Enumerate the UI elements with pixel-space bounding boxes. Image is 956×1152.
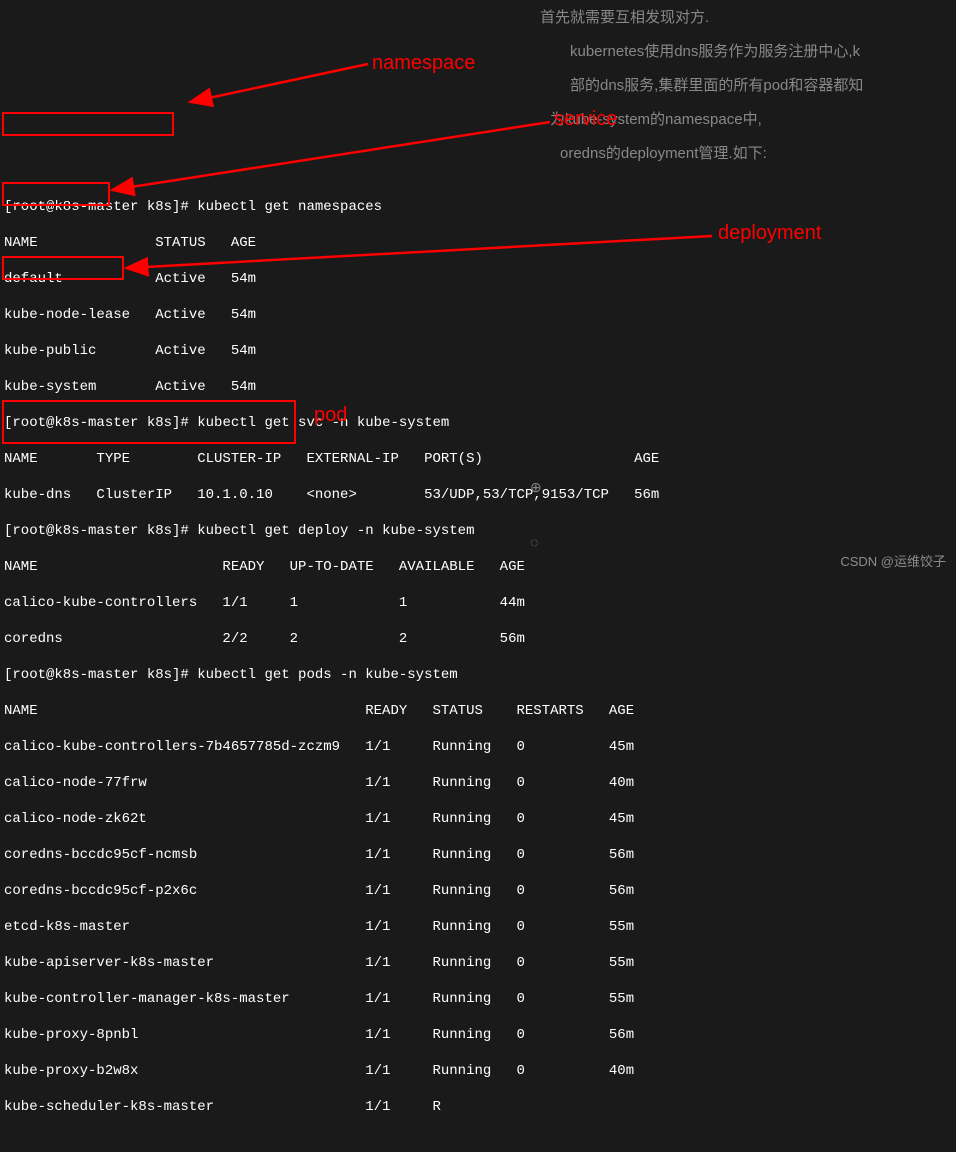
annotation-namespace: namespace (372, 52, 475, 75)
pods-row-9: kube-proxy-8pnbl 1/1 Running 0 56m (4, 1026, 952, 1044)
pods-row-4: coredns-bccdc95cf-ncmsb 1/1 Running 0 56… (4, 846, 952, 864)
pods-row-2: calico-node-77frw 1/1 Running 0 40m (4, 774, 952, 792)
terminal-output[interactable]: [root@k8s-master k8s]# kubectl get names… (0, 176, 956, 1138)
pods-row-1: calico-kube-controllers-7b4657785d-zczm9… (4, 738, 952, 756)
svc-header: NAME TYPE CLUSTER-IP EXTERNAL-IP PORT(S)… (4, 450, 952, 468)
prompt-line-4: [root@k8s-master k8s]# kubectl get pods … (4, 666, 952, 684)
pods-row-8: kube-controller-manager-k8s-master 1/1 R… (4, 990, 952, 1008)
pods-row-7: kube-apiserver-k8s-master 1/1 Running 0 … (4, 954, 952, 972)
highlight-box-kube-system (2, 112, 174, 136)
ns-header: NAME STATUS AGE (4, 234, 952, 252)
bg-text-line1: 首先就需要互相发现对方. (540, 6, 709, 27)
deploy-header: NAME READY UP-TO-DATE AVAILABLE AGE (4, 558, 952, 576)
ns-row-default: default Active 54m (4, 270, 952, 288)
svc-row-kube-dns: kube-dns ClusterIP 10.1.0.10 <none> 53/U… (4, 486, 952, 504)
pods-row-11: kube-scheduler-k8s-master 1/1 R (4, 1098, 952, 1116)
bg-text-line4: 为kube-system的namespace中, (550, 108, 762, 129)
bg-text-line5: oredns的deployment管理.如下: (560, 142, 767, 163)
bg-text-line2: kubernetes使用dns服务作为服务注册中心,k (570, 40, 860, 61)
dot-icon: ◌ (530, 536, 538, 552)
bg-text-line3: 部的dns服务,集群里面的所有pod和容器都知 (570, 74, 863, 95)
ns-row-kube-node-lease: kube-node-lease Active 54m (4, 306, 952, 324)
pods-row-10: kube-proxy-b2w8x 1/1 Running 0 40m (4, 1062, 952, 1080)
watermark-text: CSDN @运维饺子 (840, 551, 946, 570)
deploy-row-calico: calico-kube-controllers 1/1 1 1 44m (4, 594, 952, 612)
pods-row-3: calico-node-zk62t 1/1 Running 0 45m (4, 810, 952, 828)
crosshair-icon: ⊕ (530, 480, 542, 497)
pods-row-5: coredns-bccdc95cf-p2x6c 1/1 Running 0 56… (4, 882, 952, 900)
pods-header: NAME READY STATUS RESTARTS AGE (4, 702, 952, 720)
ns-row-kube-public: kube-public Active 54m (4, 342, 952, 360)
prompt-line-3: [root@k8s-master k8s]# kubectl get deplo… (4, 522, 952, 540)
ns-row-kube-system: kube-system Active 54m (4, 378, 952, 396)
pods-row-6: etcd-k8s-master 1/1 Running 0 55m (4, 918, 952, 936)
prompt-line-2: [root@k8s-master k8s]# kubectl get svc -… (4, 414, 952, 432)
deploy-row-coredns: coredns 2/2 2 2 56m (4, 630, 952, 648)
prompt-line-1: [root@k8s-master k8s]# kubectl get names… (4, 198, 952, 216)
